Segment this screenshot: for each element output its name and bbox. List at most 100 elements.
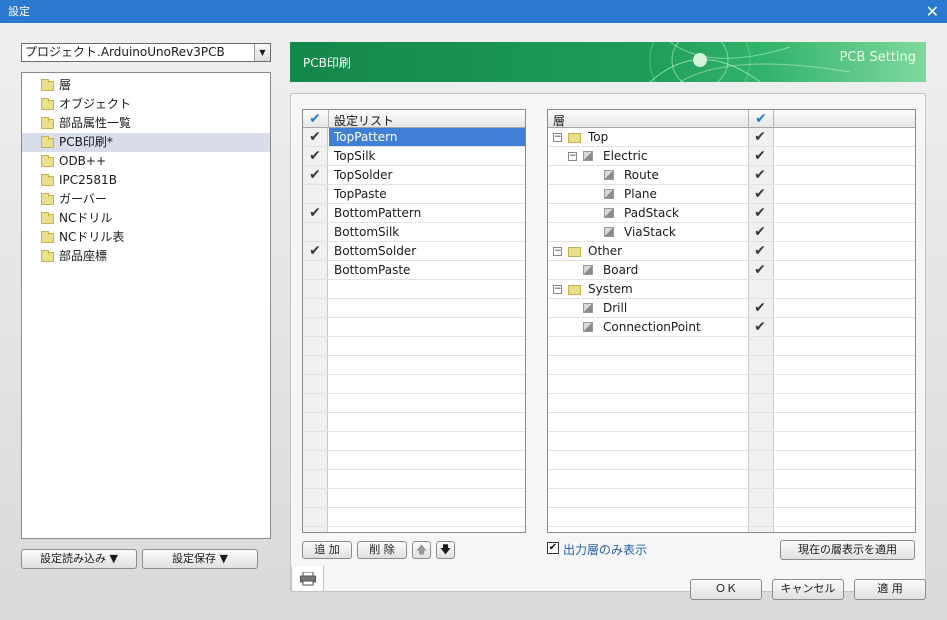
check-cell[interactable]	[303, 185, 328, 203]
collapse-icon[interactable]: −	[553, 133, 562, 142]
layer-tree-row[interactable]: − Top ✔	[548, 128, 915, 147]
sidebar-item-label: PCB印刷*	[59, 135, 113, 149]
project-select[interactable]: プロジェクト.ArduinoUnoRev3PCB ▼	[21, 43, 271, 62]
settings-list-row[interactable]: ✔ BottomSolder	[303, 242, 525, 261]
only-output-layers-toggle[interactable]: ✔ 出力層のみ表示	[547, 541, 747, 557]
sidebar-item[interactable]: ODB++	[22, 152, 270, 171]
chevron-down-icon[interactable]: ▼	[254, 44, 270, 61]
checkmark-icon[interactable]: ✔	[308, 206, 322, 220]
cell-divider	[773, 508, 774, 526]
layer-tree-row[interactable]: Board ✔	[548, 261, 915, 280]
layer-tree-row[interactable]: Drill ✔	[548, 299, 915, 318]
apply-button[interactable]: 適 用	[854, 579, 926, 600]
checkmark-icon[interactable]: ✔	[753, 244, 767, 258]
sidebar-item[interactable]: 層	[22, 76, 270, 95]
checkmark-icon[interactable]: ✔	[308, 244, 322, 258]
checkmark-icon[interactable]: ✔	[753, 206, 767, 220]
layer-icon	[583, 303, 593, 313]
checkmark-icon[interactable]: ✔	[753, 168, 767, 182]
move-down-icon[interactable]: 🡇	[436, 541, 455, 559]
checkmark-icon[interactable]: ✔	[753, 225, 767, 239]
check-cell[interactable]	[749, 280, 773, 298]
checkmark-icon[interactable]: ✔	[753, 301, 767, 315]
check-cell[interactable]	[303, 261, 328, 279]
empty-row	[548, 356, 915, 375]
check-cell	[749, 413, 773, 431]
header-check-icon[interactable]: ✔	[754, 112, 768, 126]
checkmark-icon[interactable]: ✔	[753, 263, 767, 277]
check-cell	[749, 375, 773, 393]
settings-list-row[interactable]: ✔ BottomPattern	[303, 204, 525, 223]
empty-row	[303, 318, 525, 337]
check-cell[interactable]	[303, 223, 328, 241]
check-cell	[303, 337, 328, 355]
settings-list-row[interactable]: ✔ TopSolder	[303, 166, 525, 185]
layer-tree-row[interactable]: Plane ✔	[548, 185, 915, 204]
checkmark-icon[interactable]: ✔	[308, 130, 322, 144]
collapse-icon[interactable]: −	[553, 247, 562, 256]
sidebar-item[interactable]: ガーバー	[22, 190, 270, 209]
folder-icon	[41, 174, 54, 186]
collapse-icon[interactable]: −	[568, 152, 577, 161]
checkmark-icon[interactable]: ✔	[753, 320, 767, 334]
settings-list-row[interactable]: TopPaste	[303, 185, 525, 204]
checkmark-icon[interactable]: ✔	[308, 168, 322, 182]
folder-icon	[568, 247, 581, 257]
cell-divider	[773, 166, 774, 184]
empty-row	[548, 508, 915, 527]
settings-list-item-label: TopSolder	[334, 168, 393, 182]
layer-tree-row[interactable]: ConnectionPoint ✔	[548, 318, 915, 337]
header-check-icon[interactable]: ✔	[308, 112, 322, 126]
checkmark-icon[interactable]: ✔	[753, 187, 767, 201]
check-cell	[303, 318, 328, 336]
checkmark-icon[interactable]: ✔	[753, 130, 767, 144]
layer-tree-row[interactable]: ViaStack ✔	[548, 223, 915, 242]
empty-row	[303, 356, 525, 375]
layer-name: ConnectionPoint	[603, 320, 701, 334]
sidebar-item[interactable]: NCドリル表	[22, 228, 270, 247]
ok-button[interactable]: ＯＫ	[690, 579, 762, 600]
sidebar-item[interactable]: オブジェクト	[22, 95, 270, 114]
apply-current-layer-view-button[interactable]: 現在の層表示を適用	[780, 540, 915, 560]
move-up-icon[interactable]: 🡅	[412, 541, 431, 559]
settings-list-row[interactable]: ✔ TopSilk	[303, 147, 525, 166]
check-cell	[303, 413, 328, 431]
sidebar-item[interactable]: 部品属性一覧	[22, 114, 270, 133]
folder-icon	[568, 285, 581, 295]
layer-tree-row[interactable]: PadStack ✔	[548, 204, 915, 223]
layer-tree-row[interactable]: − System	[548, 280, 915, 299]
save-settings-button[interactable]: 設定保存 ▼	[142, 549, 258, 569]
sidebar-item-label: NCドリル表	[59, 230, 125, 244]
settings-list-row[interactable]: BottomPaste	[303, 261, 525, 280]
load-settings-button[interactable]: 設定読み込み ▼	[21, 549, 137, 569]
add-button[interactable]: 追 加	[302, 541, 352, 559]
sidebar-item[interactable]: IPC2581B	[22, 171, 270, 190]
settings-list-row[interactable]: ✔ TopPattern	[303, 128, 525, 147]
checkbox-checked-icon[interactable]: ✔	[547, 542, 559, 554]
delete-button[interactable]: 削 除	[357, 541, 407, 559]
cell-divider	[773, 318, 774, 336]
check-cell	[303, 394, 328, 412]
layer-tree-row[interactable]: − Other ✔	[548, 242, 915, 261]
layer-tree-row[interactable]: Route ✔	[548, 166, 915, 185]
check-cell	[749, 451, 773, 469]
sidebar-item[interactable]: NCドリル	[22, 209, 270, 228]
check-cell	[749, 508, 773, 526]
empty-row	[548, 470, 915, 489]
cancel-button[interactable]: キャンセル	[772, 579, 844, 600]
sidebar-item-label: 部品属性一覧	[59, 116, 132, 130]
layer-tree-row[interactable]: − Electric ✔	[548, 147, 915, 166]
empty-row	[303, 489, 525, 508]
sidebar-item-label: 層	[59, 78, 72, 92]
checkmark-icon[interactable]: ✔	[308, 149, 322, 163]
collapse-icon[interactable]: −	[553, 285, 562, 294]
settings-list-row[interactable]: BottomSilk	[303, 223, 525, 242]
sidebar-item[interactable]: PCB印刷*	[22, 133, 270, 152]
empty-row	[548, 432, 915, 451]
checkmark-icon[interactable]: ✔	[753, 149, 767, 163]
empty-row	[548, 451, 915, 470]
print-tab[interactable]	[291, 566, 324, 592]
sidebar-item[interactable]: 部品座標	[22, 247, 270, 266]
close-icon[interactable]: ✕	[926, 0, 939, 23]
cell-divider	[773, 527, 774, 532]
